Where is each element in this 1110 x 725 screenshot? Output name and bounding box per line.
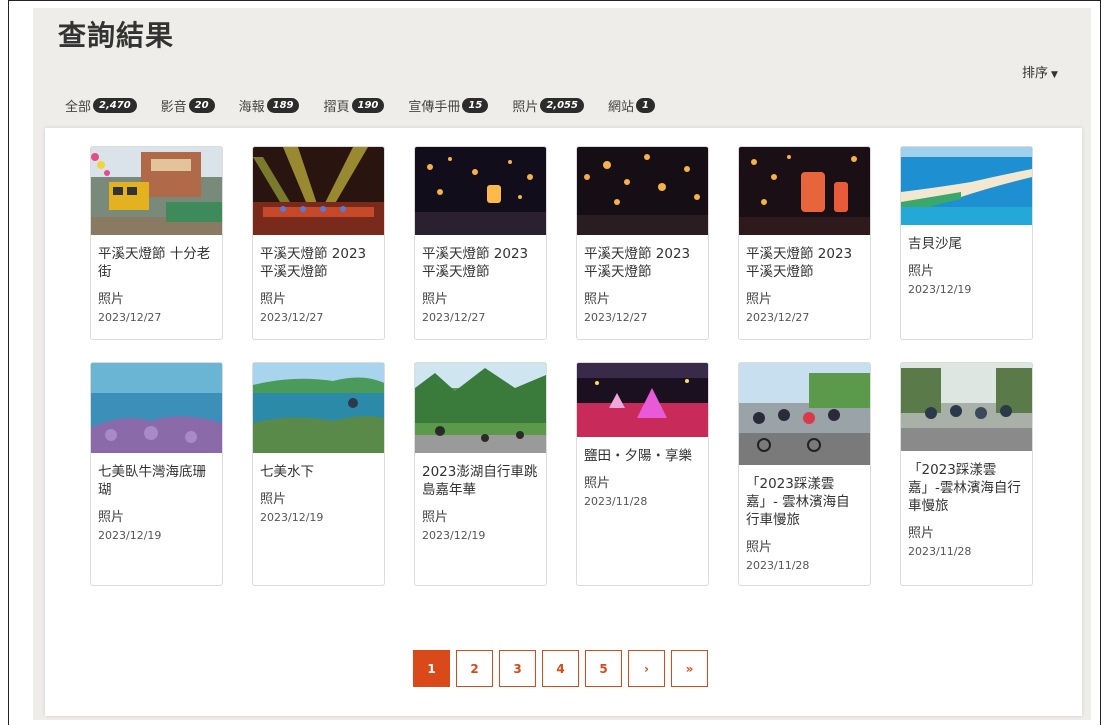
- card-type: 照片: [908, 264, 935, 279]
- tab-poster[interactable]: 海報 189: [239, 96, 300, 115]
- card-title: 平溪天燈節 2023 平溪天燈節: [746, 246, 853, 280]
- card-title: 吉貝沙尾: [908, 236, 962, 252]
- last-page-button[interactable]: »: [671, 650, 708, 687]
- tab-label: 宣傳手冊: [408, 100, 461, 115]
- card-thumbnail: [577, 363, 708, 437]
- count-badge: 190: [351, 98, 385, 113]
- tab-brochure[interactable]: 摺頁 190: [323, 96, 385, 115]
- card-title: 平溪天燈節 2023 平溪天燈節: [584, 246, 691, 280]
- page-button-4[interactable]: 4: [542, 650, 579, 687]
- card-type: 照片: [908, 526, 935, 541]
- card-title: 鹽田・夕陽・享樂: [584, 448, 692, 464]
- next-page-button[interactable]: ›: [628, 650, 665, 687]
- page-button-2[interactable]: 2: [456, 650, 493, 687]
- result-card[interactable]: 平溪天燈節 十分老街 照片 2023/12/27: [90, 146, 223, 340]
- result-card[interactable]: 吉貝沙尾 照片 2023/12/19: [900, 146, 1033, 340]
- result-card[interactable]: 平溪天燈節 2023 平溪天燈節 照片 2023/12/27: [576, 146, 709, 340]
- card-thumbnail: [91, 363, 222, 453]
- card-date: 2023/12/19: [908, 283, 972, 296]
- card-type: 照片: [746, 292, 773, 307]
- tab-label: 照片: [512, 100, 539, 115]
- card-date: 2023/11/28: [746, 559, 810, 572]
- card-thumbnail: [577, 147, 708, 235]
- card-date: 2023/11/28: [584, 495, 648, 508]
- card-date: 2023/12/27: [422, 311, 486, 324]
- card-date: 2023/12/27: [260, 311, 324, 324]
- card-thumbnail: [739, 147, 870, 235]
- card-date: 2023/12/27: [746, 311, 810, 324]
- card-title: 七美水下: [260, 464, 314, 480]
- tab-website[interactable]: 網站 1: [608, 96, 655, 115]
- sort-label: 排序: [1022, 66, 1049, 81]
- card-type: 照片: [98, 292, 125, 307]
- result-card[interactable]: 七美水下 照片 2023/12/19: [252, 362, 385, 586]
- card-type: 照片: [422, 292, 449, 307]
- tab-photo[interactable]: 照片 2,055: [512, 96, 584, 115]
- sort-dropdown[interactable]: 排序 ▼: [1022, 62, 1058, 81]
- card-thumbnail: [739, 363, 870, 465]
- tab-label: 海報: [238, 100, 265, 115]
- result-card[interactable]: 七美臥牛灣海底珊瑚 照片 2023/12/19: [90, 362, 223, 586]
- frame-left-border: [8, 0, 9, 725]
- card-type: 照片: [422, 510, 449, 525]
- card-title: 平溪天燈節 十分老街: [98, 246, 211, 280]
- card-date: 2023/12/19: [260, 511, 324, 524]
- frame-top-border: [8, 0, 1101, 1]
- result-card[interactable]: 平溪天燈節 2023 平溪天燈節 照片 2023/12/27: [738, 146, 871, 340]
- card-title: 平溪天燈節 2023 平溪天燈節: [260, 246, 367, 280]
- result-card[interactable]: 平溪天燈節 2023 平溪天燈節 照片 2023/12/27: [252, 146, 385, 340]
- count-badge: 15: [462, 98, 489, 113]
- category-tabs: 全部 2,470 影音 20 海報 189 摺頁 190 宣傳手冊 15 照片 2,055 …: [65, 96, 679, 115]
- card-date: 2023/12/19: [98, 529, 162, 542]
- card-type: 照片: [584, 292, 611, 307]
- tab-video[interactable]: 影音 20: [161, 96, 215, 115]
- count-badge: 2,470: [93, 98, 137, 113]
- card-date: 2023/12/19: [422, 529, 486, 542]
- card-date: 2023/11/28: [908, 545, 972, 558]
- card-type: 照片: [746, 540, 773, 555]
- result-card[interactable]: 「2023踩漾雲嘉」- 雲林濱海自行車慢旅 照片 2023/11/28: [738, 362, 871, 586]
- count-badge: 2,055: [540, 98, 584, 113]
- page-button-5[interactable]: 5: [585, 650, 622, 687]
- card-type: 照片: [260, 292, 287, 307]
- card-title: 「2023踩漾雲嘉」-雲林濱海自行車慢旅: [908, 462, 1021, 514]
- card-thumbnail: [901, 363, 1032, 451]
- card-title: 「2023踩漾雲嘉」- 雲林濱海自行車慢旅: [746, 476, 850, 528]
- pagination: 1 2 3 4 5 › »: [413, 650, 714, 687]
- result-card[interactable]: 2023澎湖自行車跳島嘉年華 照片 2023/12/19: [414, 362, 547, 586]
- frame-right-border: [1100, 0, 1101, 725]
- tab-label: 摺頁: [323, 100, 350, 115]
- card-thumbnail: [415, 363, 546, 453]
- card-thumbnail: [415, 147, 546, 235]
- caret-down-icon: ▼: [1051, 70, 1058, 80]
- tab-label: 全部: [65, 100, 92, 115]
- tab-all[interactable]: 全部 2,470: [65, 96, 137, 115]
- card-title: 七美臥牛灣海底珊瑚: [98, 464, 206, 498]
- card-type: 照片: [584, 476, 611, 491]
- card-thumbnail: [91, 147, 222, 235]
- card-thumbnail: [901, 147, 1032, 225]
- result-card[interactable]: 鹽田・夕陽・享樂 照片 2023/11/28: [576, 362, 709, 586]
- card-date: 2023/12/27: [98, 311, 162, 324]
- result-card[interactable]: 平溪天燈節 2023 平溪天燈節 照片 2023/12/27: [414, 146, 547, 340]
- tab-label: 影音: [160, 100, 187, 115]
- card-type: 照片: [98, 510, 125, 525]
- card-thumbnail: [253, 363, 384, 453]
- page-button-1[interactable]: 1: [413, 650, 450, 687]
- page-button-3[interactable]: 3: [499, 650, 536, 687]
- tab-label: 網站: [607, 100, 634, 115]
- count-badge: 1: [635, 98, 655, 113]
- result-card[interactable]: 「2023踩漾雲嘉」-雲林濱海自行車慢旅 照片 2023/11/28: [900, 362, 1033, 586]
- tab-booklet[interactable]: 宣傳手冊 15: [408, 96, 489, 115]
- page-title: 查詢結果: [58, 19, 175, 52]
- card-type: 照片: [260, 492, 287, 507]
- card-title: 2023澎湖自行車跳島嘉年華: [422, 464, 538, 498]
- card-title: 平溪天燈節 2023 平溪天燈節: [422, 246, 529, 280]
- count-badge: 20: [188, 98, 215, 113]
- card-date: 2023/12/27: [584, 311, 648, 324]
- count-badge: 189: [266, 98, 300, 113]
- card-thumbnail: [253, 147, 384, 235]
